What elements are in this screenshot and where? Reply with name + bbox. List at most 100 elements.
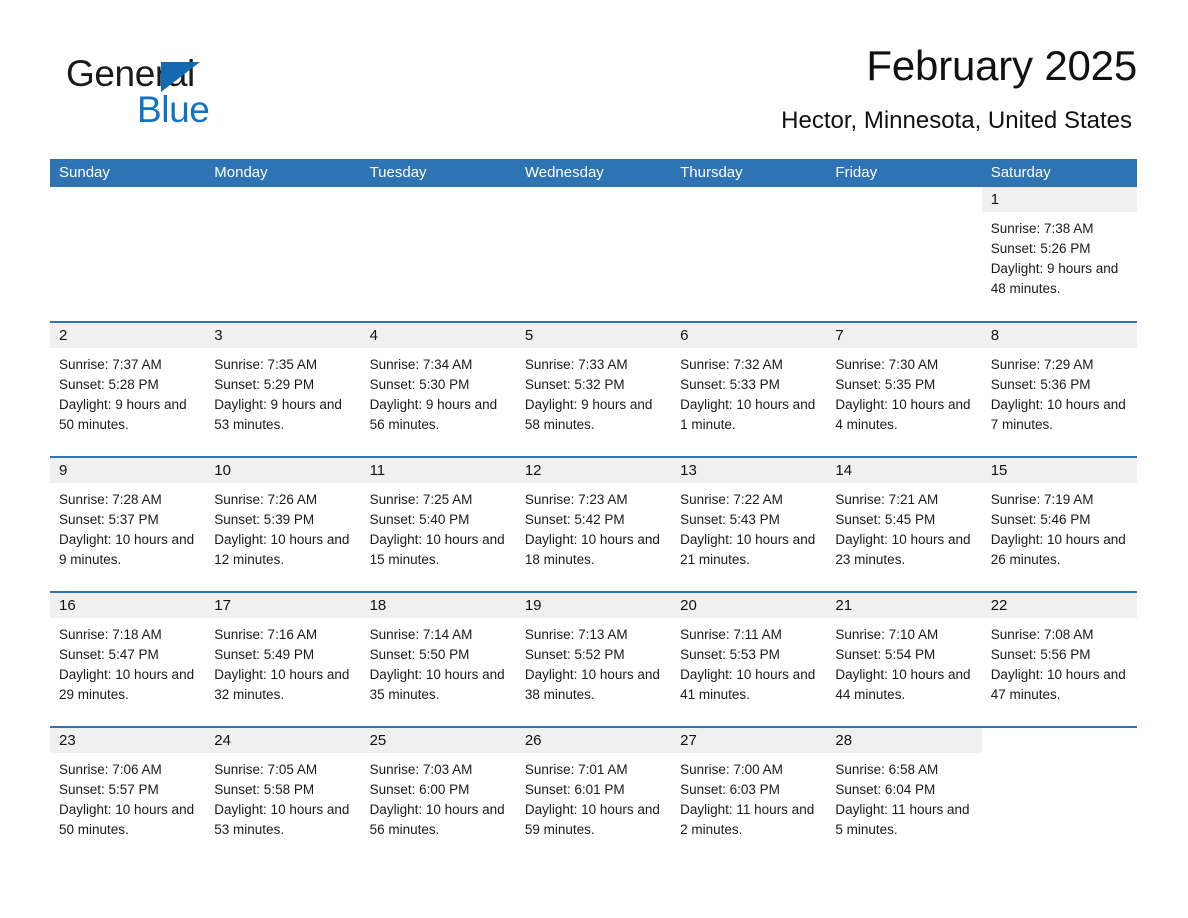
sunrise-text: Sunrise: 7:10 AM [835,627,939,642]
day-number: 20 [680,597,697,614]
calendar-day-cell[interactable]: 11 Sunrise: 7:25 AM Sunset: 5:40 PM Dayligh… [360,456,516,592]
sunset-text: Sunset: 5:57 PM [59,782,159,797]
calendar-day-cell[interactable]: 26 Sunrise: 7:01 AM Sunset: 6:01 PM Dayligh… [515,726,672,862]
day-details: Sunrise: 7:35 AM Sunset: 5:29 PM Daylight:… [205,348,360,435]
page-header: General Blue February 2025 Hector, Minne… [50,40,1137,150]
calendar-day-cell[interactable]: 2 Sunrise: 7:37 AM Sunset: 5:28 PM Daylight… [50,321,206,457]
generalblue-logo[interactable]: General Blue [58,52,298,130]
calendar-day-cell[interactable]: 15 Sunrise: 7:19 AM Sunset: 5:46 PM Dayligh… [981,456,1137,592]
weekday-header-friday: Friday [826,159,982,187]
calendar-day-cell[interactable]: 6 Sunrise: 7:32 AM Sunset: 5:33 PM Daylight… [671,321,827,457]
calendar-day-cell[interactable]: 23 Sunrise: 7:06 AM Sunset: 5:57 PM Dayligh… [50,726,206,862]
day-details: Sunrise: 6:58 AM Sunset: 6:04 PM Daylight:… [826,753,981,840]
daylight-text: Daylight: 10 hours and 1 minute. [680,397,816,432]
day-details: Sunrise: 7:10 AM Sunset: 5:54 PM Daylight:… [826,618,981,705]
day-number-band [826,187,981,212]
daylight-text: Daylight: 10 hours and 53 minutes. [214,802,350,837]
daylight-text: Daylight: 10 hours and 7 minutes. [990,397,1126,432]
calendar-day-cell[interactable]: 22 Sunrise: 7:08 AM Sunset: 5:56 PM Dayligh… [981,591,1137,727]
day-number-band: 10 [205,458,361,483]
day-number-band: 1 [981,187,1137,212]
calendar-day-cell[interactable]: 1 Sunrise: 7:38 AM Sunset: 5:26 PM Daylight… [981,187,1137,322]
sunrise-text: Sunrise: 7:18 AM [59,627,162,642]
calendar-day-cell[interactable]: 13 Sunrise: 7:22 AM Sunset: 5:43 PM Dayligh… [671,456,827,592]
calendar-day-cell[interactable]: 28 Sunrise: 6:58 AM Sunset: 6:04 PM Dayligh… [826,726,982,862]
calendar-day-cell-empty [981,726,1137,862]
sunrise-sunset-calendar: Sunday Monday Tuesday Wednesday Thursday… [50,159,1137,862]
day-number-band: 25 [360,728,516,753]
daylight-text: Daylight: 11 hours and 5 minutes. [835,802,970,837]
daylight-text: Daylight: 10 hours and 18 minutes. [524,532,660,567]
day-number: 10 [214,462,231,479]
day-number: 24 [214,732,231,749]
calendar-day-cell[interactable]: 9 Sunrise: 7:28 AM Sunset: 5:37 PM Daylight… [50,456,206,592]
calendar-day-cell[interactable]: 19 Sunrise: 7:13 AM Sunset: 5:52 PM Dayligh… [515,591,672,727]
day-details: Sunrise: 7:08 AM Sunset: 5:56 PM Daylight:… [982,618,1137,705]
calendar-day-cell[interactable]: 21 Sunrise: 7:10 AM Sunset: 5:54 PM Dayligh… [826,591,982,727]
day-number-band [205,187,360,212]
calendar-day-cell[interactable]: 3 Sunrise: 7:35 AM Sunset: 5:29 PM Daylight… [205,321,361,457]
calendar-day-cell[interactable]: 5 Sunrise: 7:33 AM Sunset: 5:32 PM Daylight… [515,321,672,457]
daylight-text: Daylight: 10 hours and 35 minutes. [369,667,505,702]
day-number: 26 [524,732,542,749]
calendar-day-cell[interactable]: 16 Sunrise: 7:18 AM Sunset: 5:47 PM Dayligh… [50,591,206,727]
calendar-day-cell[interactable]: 27 Sunrise: 7:00 AM Sunset: 6:03 PM Dayligh… [671,726,827,862]
calendar-day-cell[interactable]: 20 Sunrise: 7:11 AM Sunset: 5:53 PM Dayligh… [671,591,827,727]
daylight-text: Daylight: 9 hours and 53 minutes. [214,397,342,432]
day-details: Sunrise: 7:16 AM Sunset: 5:49 PM Daylight:… [205,618,360,705]
day-number: 18 [369,597,387,614]
sunrise-text: Sunrise: 7:37 AM [59,357,162,372]
day-number-band [361,187,516,212]
sunrise-text: Sunrise: 7:19 AM [990,492,1094,507]
day-number-band: 15 [981,458,1137,483]
daylight-text: Daylight: 10 hours and 4 minutes. [835,397,971,432]
location-subtitle: Hector, Minnesota, United States [781,107,1132,134]
daylight-text: Daylight: 9 hours and 56 minutes. [369,397,498,432]
sunset-text: Sunset: 5:35 PM [835,377,936,392]
sunrise-text: Sunrise: 7:11 AM [680,627,782,642]
calendar-day-cell[interactable]: 18 Sunrise: 7:14 AM Sunset: 5:50 PM Dayligh… [360,591,516,727]
sunrise-text: Sunrise: 7:01 AM [524,762,628,777]
day-number-band: 21 [826,593,982,618]
calendar-day-cell[interactable]: 8 Sunrise: 7:29 AM Sunset: 5:36 PM Daylight… [981,321,1137,457]
daylight-text: Daylight: 10 hours and 12 minutes. [214,532,350,567]
calendar-day-cell-empty [50,187,206,322]
calendar-day-cell[interactable]: 7 Sunrise: 7:30 AM Sunset: 5:35 PM Daylight… [826,321,982,457]
weekday-header-saturday: Saturday [981,159,1137,187]
calendar-day-cell[interactable]: 12 Sunrise: 7:23 AM Sunset: 5:42 PM Dayligh… [515,456,672,592]
day-details: Sunrise: 7:03 AM Sunset: 6:00 PM Daylight:… [361,753,516,840]
day-number-band: 27 [671,728,827,753]
day-details: Sunrise: 7:14 AM Sunset: 5:50 PM Daylight:… [361,618,516,705]
sunset-text: Sunset: 5:47 PM [59,647,159,662]
day-details: Sunrise: 7:00 AM Sunset: 6:03 PM Daylight:… [671,753,826,840]
daylight-text: Daylight: 10 hours and 47 minutes. [990,667,1126,702]
sunrise-text: Sunrise: 7:34 AM [369,357,473,372]
day-number-band [671,187,826,212]
calendar-body: 1 Sunrise: 7:38 AM Sunset: 5:26 PM Daylight… [50,187,1137,862]
sunset-text: Sunset: 5:52 PM [524,647,625,662]
calendar-week-row: 2 Sunrise: 7:37 AM Sunset: 5:28 PM Daylight… [50,321,1137,457]
calendar-day-cell[interactable]: 25 Sunrise: 7:03 AM Sunset: 6:00 PM Dayligh… [360,726,516,862]
sunrise-text: Sunrise: 7:13 AM [524,627,628,642]
sunset-text: Sunset: 5:32 PM [524,377,625,392]
calendar-day-cell-empty [360,187,516,322]
sunset-text: Sunset: 6:00 PM [369,782,470,797]
day-number: 12 [524,462,542,479]
day-details: Sunrise: 7:06 AM Sunset: 5:57 PM Daylight:… [50,753,205,840]
day-number: 6 [680,327,689,344]
day-number: 25 [369,732,387,749]
calendar-day-cell[interactable]: 17 Sunrise: 7:16 AM Sunset: 5:49 PM Dayligh… [205,591,361,727]
day-number-band: 6 [671,323,827,348]
day-number-band: 4 [360,323,516,348]
sunrise-text: Sunrise: 7:29 AM [990,357,1094,372]
calendar-day-cell[interactable]: 4 Sunrise: 7:34 AM Sunset: 5:30 PM Daylight… [360,321,516,457]
day-number-band: 18 [360,593,516,618]
daylight-text: Daylight: 11 hours and 2 minutes. [680,802,815,837]
day-number-band: 9 [50,458,206,483]
calendar-day-cell[interactable]: 24 Sunrise: 7:05 AM Sunset: 5:58 PM Dayligh… [205,726,361,862]
calendar-day-cell[interactable]: 10 Sunrise: 7:26 AM Sunset: 5:39 PM Dayligh… [205,456,361,592]
sunset-text: Sunset: 5:40 PM [369,512,470,527]
day-details: Sunrise: 7:29 AM Sunset: 5:36 PM Daylight:… [982,348,1137,435]
sunset-text: Sunset: 5:37 PM [59,512,159,527]
calendar-day-cell[interactable]: 14 Sunrise: 7:21 AM Sunset: 5:45 PM Dayligh… [826,456,982,592]
